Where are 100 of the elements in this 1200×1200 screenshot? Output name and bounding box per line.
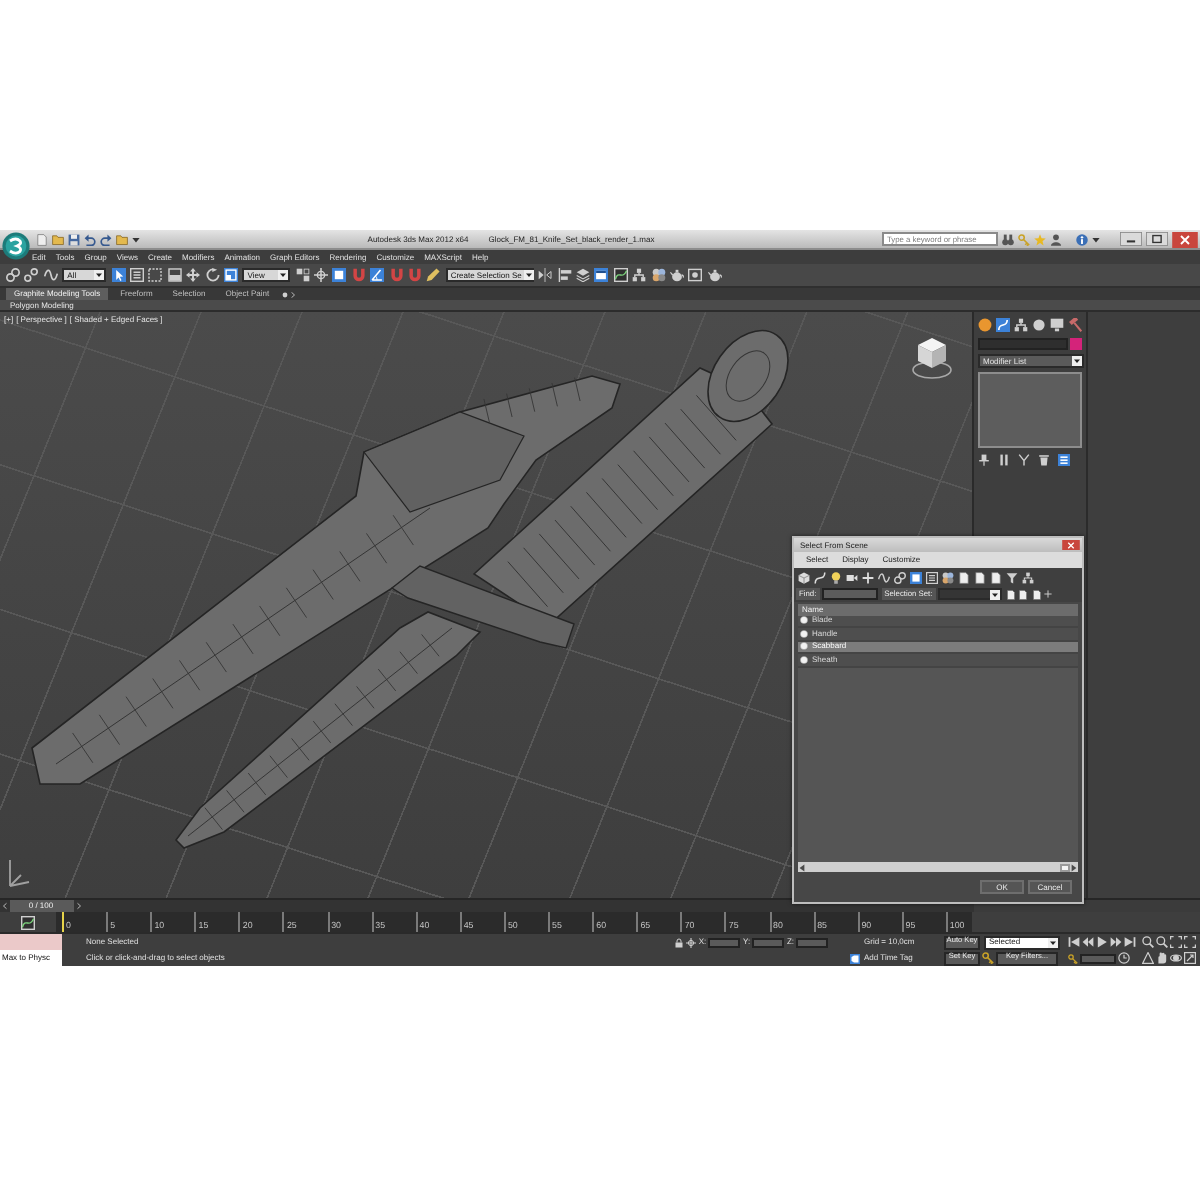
key-icon[interactable] (982, 952, 994, 964)
corner-brackets-icon[interactable] (1184, 936, 1196, 948)
nested-squares-icon[interactable] (223, 268, 238, 282)
magnifier-icon[interactable] (1142, 936, 1154, 948)
key-icon[interactable] (1068, 953, 1078, 963)
caret-icon[interactable] (1047, 937, 1057, 947)
dashed-rectangle-icon[interactable] (148, 268, 163, 282)
caret-icon[interactable] (277, 270, 288, 280)
maximize-icon[interactable] (1145, 232, 1168, 246)
redo-icon[interactable] (100, 233, 112, 245)
cursor-icon[interactable] (111, 268, 126, 282)
hierarchy-icon[interactable] (1022, 571, 1034, 583)
frame-icon[interactable] (688, 268, 703, 282)
teapot-icon[interactable] (707, 268, 722, 282)
hammer-icon[interactable] (1068, 317, 1082, 331)
mirror-icon[interactable] (538, 268, 553, 282)
corner-brackets-icon[interactable] (1170, 936, 1182, 948)
coordinate-field[interactable] (796, 937, 829, 947)
object-name-field[interactable] (978, 337, 1068, 349)
teapot-icon[interactable] (669, 268, 684, 282)
current-frame-field[interactable] (1080, 953, 1116, 963)
list-icon[interactable] (129, 268, 144, 282)
close-icon[interactable] (1062, 539, 1080, 551)
cube-icon[interactable] (798, 571, 810, 583)
chevron-right-icon[interactable] (289, 291, 296, 297)
broken-chain-icon[interactable] (24, 268, 39, 282)
bulb-icon[interactable] (830, 571, 842, 583)
pause-bars-icon[interactable] (998, 454, 1010, 466)
list-icon[interactable] (926, 571, 938, 583)
circular-arrow-icon[interactable] (205, 268, 220, 282)
caret-icon[interactable] (1071, 356, 1081, 366)
pin-icon[interactable] (978, 454, 990, 466)
close-icon[interactable] (1171, 231, 1198, 247)
person-icon[interactable] (1049, 233, 1062, 245)
right-arrow-icon[interactable] (1070, 863, 1078, 871)
circle-icon[interactable] (978, 317, 992, 331)
horizontal-scrollbar[interactable] (798, 862, 1078, 872)
step-forward-icon[interactable] (1110, 936, 1122, 948)
info-icon[interactable] (1075, 233, 1088, 245)
skip-start-icon[interactable] (1068, 936, 1080, 948)
caret-icon[interactable] (93, 270, 104, 280)
app-logo-icon[interactable] (2, 232, 30, 260)
chain-link-icon[interactable] (894, 571, 906, 583)
chain-link-icon[interactable] (6, 268, 20, 282)
crosshair-icon[interactable] (314, 268, 329, 282)
scrollbar-thumb[interactable] (1060, 863, 1070, 871)
listener-output-field[interactable] (0, 934, 62, 950)
layers-icon[interactable] (575, 268, 590, 282)
coordinate-field[interactable] (752, 937, 785, 947)
star-icon[interactable] (1033, 233, 1046, 245)
caret-icon[interactable] (989, 589, 1000, 599)
binoculars-icon[interactable] (1001, 233, 1014, 245)
swatch-icon[interactable] (1070, 337, 1082, 349)
current-frame-marker[interactable] (61, 912, 64, 932)
spheres-icon[interactable] (942, 571, 954, 583)
magnifier-icon[interactable] (1156, 936, 1168, 948)
align-icon[interactable] (557, 268, 572, 282)
step-back-icon[interactable] (1082, 936, 1094, 948)
fork-icon[interactable] (1018, 454, 1030, 466)
graph-icon[interactable] (20, 915, 36, 929)
plus-icon[interactable] (1044, 590, 1053, 598)
lines-icon[interactable] (1058, 454, 1070, 466)
graph-icon[interactable] (613, 268, 628, 282)
clock-icon[interactable] (1118, 952, 1130, 964)
caret-icon[interactable] (132, 235, 140, 243)
folder-icon[interactable] (116, 233, 128, 245)
camera-icon[interactable] (846, 571, 858, 583)
trash-icon[interactable] (1038, 454, 1050, 466)
folder-icon[interactable] (52, 233, 64, 245)
crosshair-icon[interactable] (686, 937, 697, 947)
angle-icon[interactable] (370, 268, 385, 282)
expand-icon[interactable] (1184, 952, 1196, 964)
monitor-icon[interactable] (1050, 317, 1064, 331)
four-arrows-icon[interactable] (186, 268, 201, 282)
triangle-icon[interactable] (1142, 952, 1154, 964)
small-squares-icon[interactable] (295, 268, 310, 282)
lock-icon[interactable] (674, 937, 684, 947)
squiggle-icon[interactable] (878, 571, 890, 583)
hand-icon[interactable] (1156, 952, 1168, 964)
cross-icon[interactable] (862, 571, 874, 583)
hierarchy-icon[interactable] (1014, 317, 1028, 331)
half-filled-square-icon[interactable] (167, 268, 182, 282)
framed-square-icon[interactable] (910, 571, 922, 583)
coordinate-field[interactable] (708, 937, 741, 947)
dot-icon[interactable] (1032, 317, 1046, 331)
dot-icon[interactable] (281, 291, 288, 297)
play-icon[interactable] (1096, 936, 1108, 948)
find-field[interactable] (822, 588, 879, 600)
tag-icon[interactable] (850, 953, 860, 963)
caret-icon[interactable] (523, 270, 534, 280)
minimize-icon[interactable] (1119, 232, 1142, 246)
orbit-icon[interactable] (1170, 952, 1182, 964)
framed-square-icon[interactable] (332, 268, 347, 282)
window-icon[interactable] (594, 268, 609, 282)
chevron-left-icon[interactable] (1, 902, 7, 910)
hierarchy-icon[interactable] (632, 268, 647, 282)
left-arrow-icon[interactable] (798, 863, 806, 871)
undo-icon[interactable] (84, 233, 96, 245)
pencil-icon[interactable] (426, 268, 441, 282)
caret-icon[interactable] (1091, 235, 1100, 243)
